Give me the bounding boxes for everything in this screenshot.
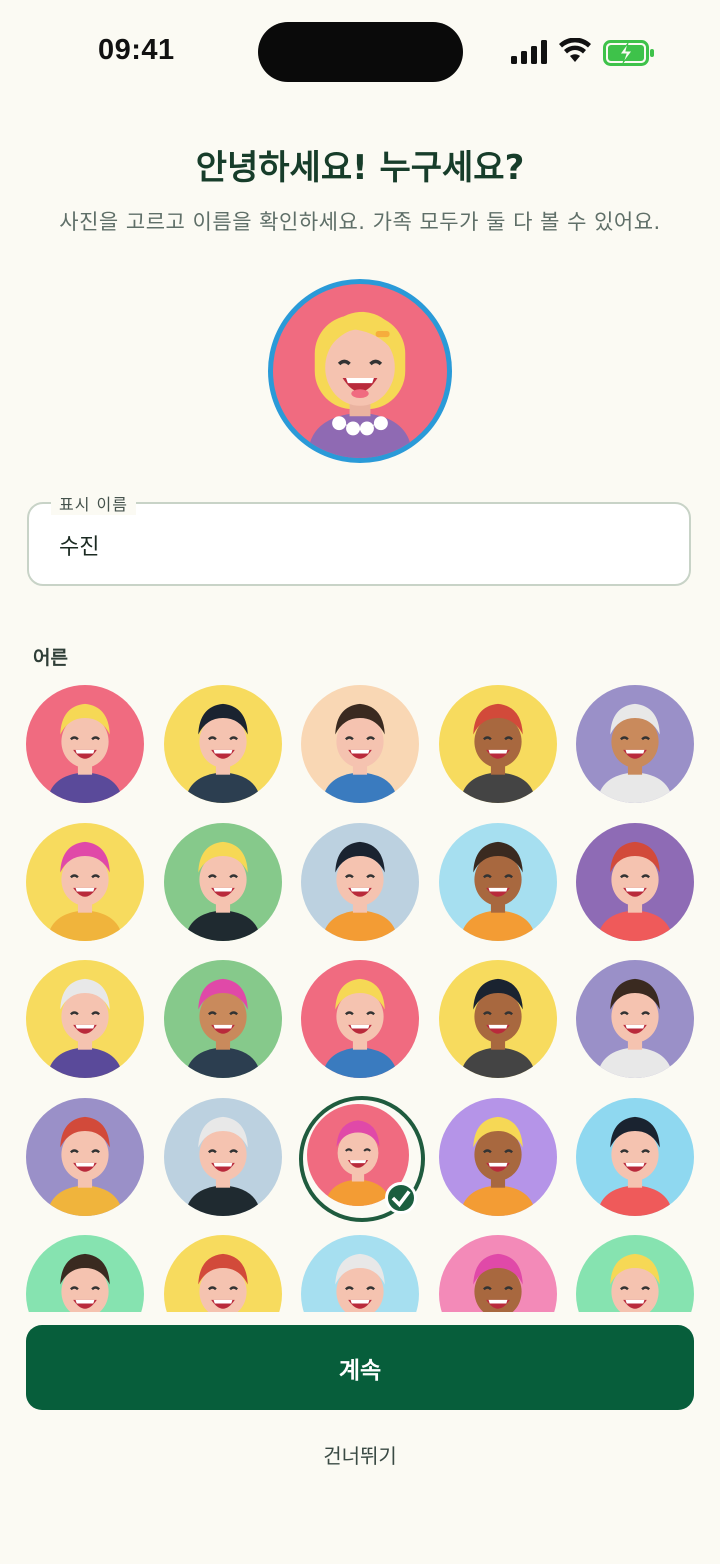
- avatar-option-round-glasses-man[interactable]: [164, 1235, 282, 1312]
- status-time: 09:41: [98, 34, 175, 66]
- keffiyeh-man-icon: [576, 685, 694, 803]
- curly-hair-woman-icon: [439, 1098, 557, 1216]
- avatar-option-cap-turtleneck-man[interactable]: [164, 823, 282, 941]
- beret-sunglasses-man-icon: [439, 685, 557, 803]
- avatar-option-mustache-man[interactable]: [439, 1235, 557, 1312]
- mustache-man-icon: [439, 1235, 557, 1312]
- avatar-option-blonde-sunglasses-woman[interactable]: [576, 960, 694, 1078]
- avatar-option-grandpa-glasses[interactable]: [26, 960, 144, 1078]
- avatar-option-pink-hair-woman[interactable]: [164, 960, 282, 1078]
- beard-man-green-icon: [576, 1098, 694, 1216]
- avatar-option-blonde-beard-man[interactable]: [26, 685, 144, 803]
- avatar-option-curly-earrings-woman[interactable]: [576, 1235, 694, 1312]
- display-name-label: 표시 이름: [51, 491, 136, 515]
- hijab-woman-icon: [439, 960, 557, 1078]
- avatar-option-dark-hair-woman[interactable]: [301, 1235, 419, 1312]
- dark-hair-woman-icon: [301, 1235, 419, 1312]
- glasses-tie-man-icon: [164, 685, 282, 803]
- avatar-option-keffiyeh-man[interactable]: [576, 685, 694, 803]
- avatar-option-beret-sunglasses-man[interactable]: [439, 685, 557, 803]
- beanie-beard-man-icon: [26, 823, 144, 941]
- blonde-beard-man-icon: [26, 685, 144, 803]
- avatar-option-glasses-tie-man[interactable]: [164, 685, 282, 803]
- page-title: 안녕하세요! 누구세요?: [195, 148, 525, 188]
- avatar-option-headband-woman[interactable]: [301, 960, 419, 1078]
- turban-beard-man-icon: [301, 823, 419, 941]
- avatar-option-blonde-ponytail-woman[interactable]: [26, 1098, 144, 1216]
- blonde-clip-woman-icon: [273, 284, 447, 458]
- blonde-glasses-man-icon: [576, 823, 694, 941]
- avatar-option-blonde-glasses-man[interactable]: [576, 823, 694, 941]
- check-icon: [385, 1182, 417, 1214]
- skip-link[interactable]: 건너뛰기: [0, 1440, 720, 1469]
- bald-mustache-man-icon: [301, 685, 419, 803]
- section-label-adults: 어른: [33, 647, 68, 669]
- avatar-option-grandma-glasses[interactable]: [164, 1098, 282, 1216]
- display-name-input[interactable]: [57, 524, 661, 566]
- battery-charging-icon: [603, 40, 654, 66]
- avatar-option-bob-hair-woman[interactable]: [26, 1235, 144, 1312]
- avatar-option-bald-mustache-man[interactable]: [301, 685, 419, 803]
- selected-avatar-preview: [268, 279, 452, 463]
- round-glasses-man-icon: [164, 1235, 282, 1312]
- wifi-icon: [559, 38, 591, 62]
- page-subtitle: 사진을 고르고 이름을 확인하세요. 가족 모두가 둘 다 볼 수 있어요.: [59, 210, 661, 234]
- avatar-option-redhead-glasses-man[interactable]: [439, 823, 557, 941]
- avatar-option-hijab-woman[interactable]: [439, 960, 557, 1078]
- avatar-option-blonde-clip-woman[interactable]: [299, 1096, 425, 1222]
- redhead-glasses-man-icon: [439, 823, 557, 941]
- display-name-field[interactable]: 표시 이름: [27, 491, 691, 586]
- blonde-ponytail-woman-icon: [26, 1098, 144, 1216]
- grandpa-glasses-icon: [26, 960, 144, 1078]
- avatar-option-beanie-beard-man[interactable]: [26, 823, 144, 941]
- cap-turtleneck-man-icon: [164, 823, 282, 941]
- avatar-grid: [0, 680, 720, 1312]
- dynamic-island: [258, 22, 463, 82]
- avatar-option-beard-man-green[interactable]: [576, 1098, 694, 1216]
- bob-hair-woman-icon: [26, 1235, 144, 1312]
- headband-woman-icon: [301, 960, 419, 1078]
- curly-earrings-woman-icon: [576, 1235, 694, 1312]
- signal-icon: [511, 40, 547, 64]
- grandma-glasses-icon: [164, 1098, 282, 1216]
- status-bar: 09:41: [0, 0, 720, 100]
- continue-button[interactable]: 계속: [26, 1325, 694, 1410]
- avatar-option-turban-beard-man[interactable]: [301, 823, 419, 941]
- pink-hair-woman-icon: [164, 960, 282, 1078]
- blonde-sunglasses-woman-icon: [576, 960, 694, 1078]
- avatar-option-curly-hair-woman[interactable]: [439, 1098, 557, 1216]
